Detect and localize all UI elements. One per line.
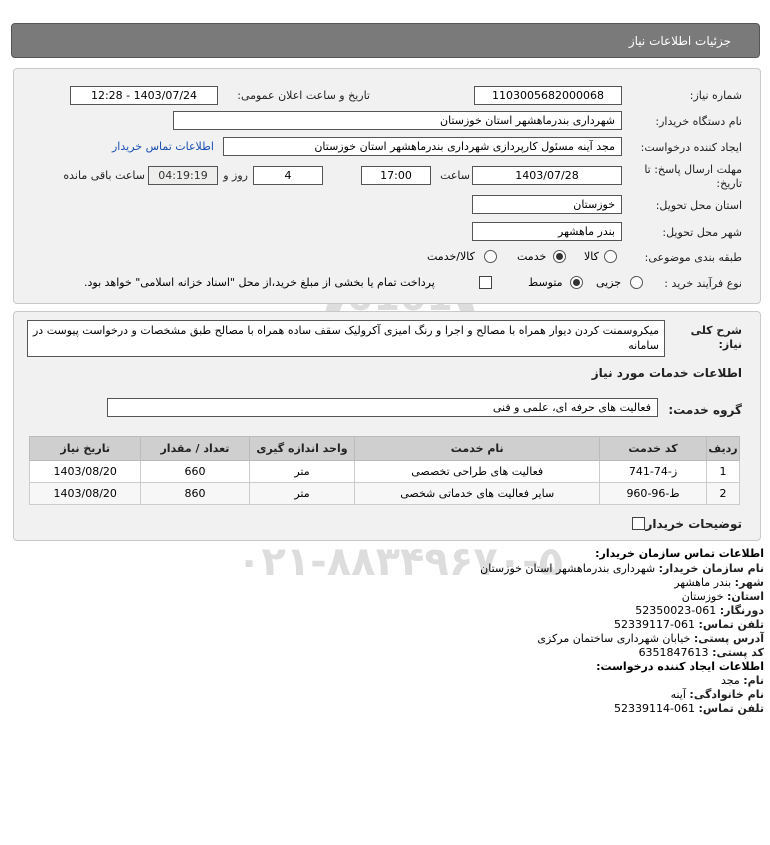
contact-province-label: استان: — [727, 590, 764, 603]
column-header: تاریخ نیاز — [28, 436, 142, 461]
province-label: استان محل تحویل: — [655, 199, 742, 212]
creator-phone: 061-52339114 — [614, 702, 696, 715]
row-index: 2 — [706, 482, 740, 505]
column-header: کد خدمت — [599, 436, 708, 461]
remaining-label: ساعت باقی مانده — [63, 169, 145, 182]
creator-first-name-line: نام: مجد — [721, 674, 764, 687]
contact-address-label: آدرس پستی: — [693, 632, 764, 645]
contact-org: شهرداری بندرماهشهر استان خوزستان — [480, 562, 656, 575]
category-radio-goods[interactable] — [604, 250, 617, 263]
category-radio-service[interactable] — [553, 250, 566, 263]
contact-address-line: آدرس پستی: خیابان شهرداری ساختمان مرکزی — [537, 632, 764, 645]
service-qty: 860 — [140, 482, 250, 505]
category-label: طبقه بندی موضوعی: — [644, 251, 742, 264]
deadline-time-field: 17:00 — [361, 166, 431, 185]
contact-province: خوزستان — [681, 590, 724, 603]
creator-field: مجد آینه مسئول کارپردازی شهرداری بندرماه… — [223, 137, 622, 156]
creator-phone-line: تلفن تماس: 061-52339114 — [614, 702, 764, 715]
service-group-field: فعالیت های حرفه ای، علمی و فنی — [107, 398, 658, 417]
creator-last-name-label: نام خانوادگی: — [689, 688, 764, 701]
creator-info-title: اطلاعات ایجاد کننده درخواست: — [596, 660, 764, 673]
city-field: بندر ماهشهر — [472, 222, 622, 241]
page-header: جزئیات اطلاعات نیاز — [11, 23, 760, 58]
need-number-label: شماره نیاز: — [689, 89, 742, 102]
service-name: فعالیت های طراحی تخصصی — [354, 460, 601, 483]
column-header: ردیف — [706, 436, 740, 461]
announce-field: 1403/07/24 - 12:28 — [70, 86, 218, 105]
category-option-goods: کالا — [584, 250, 599, 263]
service-date: 1403/08/20 — [28, 460, 142, 483]
service-code: ز-74-741 — [599, 460, 708, 483]
deadline-label: مهلت ارسال پاسخ: تا تاریخ: — [644, 163, 742, 190]
contact-fax-line: دورنگار: 061-52350023 — [635, 604, 764, 617]
contact-postal-label: کد پستی: — [712, 646, 764, 659]
contact-title: اطلاعات تماس سازمان خریدار: — [595, 547, 764, 560]
deadline-time-label: ساعت — [440, 169, 470, 182]
category-option-service: خدمت — [517, 250, 547, 263]
contact-postal: 6351847613 — [638, 646, 709, 659]
contact-org-line: نام سازمان خریدار: شهرداری بندرماهشهر اس… — [480, 562, 764, 575]
contact-fax-label: دورنگار: — [719, 604, 764, 617]
creator-last-name: آینه — [670, 688, 686, 701]
contact-phone-label: تلفن تماس: — [698, 618, 764, 631]
services-table: ردیف کد خدمت نام خدمت واحد اندازه گیری ت… — [28, 436, 740, 505]
province-field: خوزستان — [472, 195, 622, 214]
contact-city-line: شهر: بندر ماهشهر — [674, 576, 764, 589]
buyer-notes-label: توضیحات خریدار: — [640, 517, 742, 531]
process-option-minor: جزیی — [596, 276, 622, 289]
contact-phone: 061-52339117 — [614, 618, 696, 631]
treasury-payment-note: پرداخت تمام یا بخشی از مبلغ خرید،از محل … — [84, 276, 435, 289]
buyer-org-field: شهرداری بندرماهشهر استان خوزستان — [173, 111, 622, 130]
service-group-label: گروه خدمت: — [668, 403, 742, 417]
remaining-time-field: 04:19:19 — [148, 166, 218, 185]
days-field: 4 — [253, 166, 323, 185]
process-option-medium: متوسط — [528, 276, 563, 289]
contact-postal-line: کد پستی: 6351847613 — [639, 646, 764, 659]
service-name: سایر فعالیت های خدماتی شخصی — [354, 482, 601, 505]
contact-fax: 061-52350023 — [635, 604, 717, 617]
service-unit: متر — [248, 482, 356, 505]
services-section-title: اطلاعات خدمات مورد نیاز — [591, 366, 742, 380]
buyer-notes-checkbox[interactable] — [632, 517, 645, 530]
column-header: واحد اندازه گیری — [248, 436, 356, 461]
buyer-contact-link[interactable]: اطلاعات تماس خریدار — [112, 140, 214, 153]
process-label: نوع فرآیند خرید : — [664, 277, 742, 290]
deadline-date-field: 1403/07/28 — [472, 166, 622, 185]
service-qty: 660 — [140, 460, 250, 483]
creator-first-name-label: نام: — [743, 674, 764, 687]
category-radio-goods-service[interactable] — [484, 250, 497, 263]
service-code: ط-96-960 — [599, 482, 708, 505]
creator-first-name: مجد — [720, 674, 740, 687]
category-option-goods-service: کالا/خدمت — [427, 250, 475, 263]
announce-label: تاریخ و ساعت اعلان عمومی: — [237, 89, 370, 102]
process-radio-medium[interactable] — [570, 276, 583, 289]
description-label: شرح کلی نیاز: — [690, 324, 742, 351]
column-header: نام خدمت — [354, 436, 601, 461]
process-radio-minor[interactable] — [630, 276, 643, 289]
city-label: شهر محل تحویل: — [662, 226, 742, 239]
buyer-org-label: نام دستگاه خریدار: — [655, 115, 742, 128]
creator-phone-label: تلفن تماس: — [698, 702, 764, 715]
creator-last-name-line: نام خانوادگی: آینه — [671, 688, 764, 701]
description-field: میکروسمنت کردن دیوار همراه با مصالح و اج… — [27, 320, 665, 357]
need-number-field: 1103005682000068 — [474, 86, 622, 105]
service-unit: متر — [248, 460, 356, 483]
contact-phone-line: تلفن تماس: 061-52339117 — [614, 618, 764, 631]
creator-label: ایجاد کننده درخواست: — [640, 141, 742, 154]
column-header: تعداد / مقدار — [140, 436, 250, 461]
contact-province-line: استان: خوزستان — [682, 590, 764, 603]
table-row: 2 ط-96-960 سایر فعالیت های خدماتی شخصی م… — [28, 482, 740, 505]
contact-address: خیابان شهرداری ساختمان مرکزی — [537, 632, 691, 645]
service-date: 1403/08/20 — [28, 482, 142, 505]
row-index: 1 — [706, 460, 740, 483]
contact-city: بندر ماهشهر — [674, 576, 732, 589]
contact-city-label: شهر: — [734, 576, 764, 589]
page-title: جزئیات اطلاعات نیاز — [628, 34, 731, 48]
days-label: روز و — [223, 169, 248, 182]
table-row: 1 ز-74-741 فعالیت های طراحی تخصصی متر 66… — [28, 460, 740, 483]
treasury-payment-checkbox[interactable] — [479, 276, 492, 289]
table-header-row: ردیف کد خدمت نام خدمت واحد اندازه گیری ت… — [28, 436, 740, 461]
contact-org-label: نام سازمان خریدار: — [658, 562, 764, 575]
